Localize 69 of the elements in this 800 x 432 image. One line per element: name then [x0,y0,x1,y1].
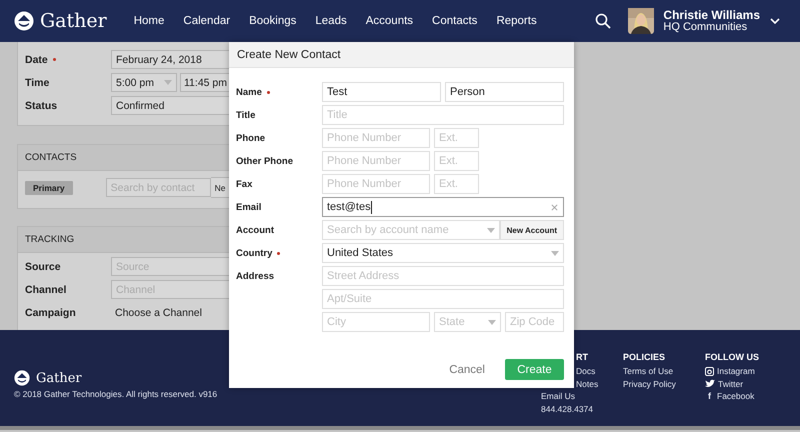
field-label: Email [236,202,262,212]
footer-link[interactable]: Twitter [718,378,744,389]
caret-icon [551,250,559,256]
field-label: Channel [25,284,68,296]
nav-link[interactable]: Contacts [432,15,478,27]
footer-link[interactable]: Notes [576,378,598,389]
footer-link[interactable]: Terms of Use [623,366,674,376]
footer-link[interactable]: Privacy Policy [623,378,676,389]
input-field[interactable]: Test [322,82,441,102]
field-label: Campaign [25,306,77,318]
nav-link[interactable]: Bookings [249,15,296,27]
field-label: Source [25,260,62,272]
nav-link[interactable]: Calendar [183,15,230,27]
search-icon[interactable] [595,13,612,29]
bird-icon [705,379,715,388]
brand-name[interactable]: Gather [40,10,107,32]
nav-link[interactable]: Accounts [366,15,414,27]
required-mark [52,58,56,61]
caret-icon [488,320,496,324]
time-select[interactable]: 5:00 pm [111,73,177,92]
footer-link[interactable]: Email Us [541,391,576,402]
field-label: Fax [236,178,252,190]
brand-name: Gather [36,370,82,386]
new-button[interactable]: Ne [210,177,229,198]
new-account-button[interactable]: New Account [500,220,564,240]
copyright-text: © 2018 Gather Technologies. All rights reserved. v916 [14,389,218,399]
footer-heading: RT [575,352,589,364]
field-label: Phone [236,132,266,144]
facebook-glyph: f [707,391,712,402]
field-label: Date [25,54,111,66]
primary-tag: Primary [25,180,73,194]
nav-link[interactable]: Home [134,15,164,27]
logo-icon [14,11,34,31]
input-field[interactable]: February 24, 2018 [111,50,229,69]
field-label: Title [236,110,256,120]
field-label: Other Phone [236,156,294,166]
field-label: Address [236,270,274,282]
footer-heading: FOLLOW US [705,352,760,364]
chevron-down-icon[interactable] [770,18,780,24]
footer-link[interactable]: Facebook [717,391,754,402]
select-field[interactable]: United States [322,243,564,263]
user-name[interactable]: Christie Williams [663,9,760,21]
nav-link[interactable]: Reports [496,15,537,27]
input-field[interactable]: Confirmed [111,96,229,115]
field-label: Account [236,224,274,236]
field-label: Status [25,100,58,112]
required-mark [266,90,270,94]
section-header: TRACKING [18,227,229,253]
input-field[interactable]: Person [445,82,564,102]
time-select[interactable]: 11:45 pm [180,73,229,92]
field-label: Country [236,248,272,258]
field-label: Name [236,86,262,98]
caret-icon [164,80,172,85]
field-value: Choose a Channel [114,306,202,318]
logo-icon [14,370,30,386]
dialog-title: Create New Contact [229,42,574,68]
footer-link[interactable]: Instagram [717,366,755,376]
required-mark [277,252,280,254]
caret-icon [486,228,495,232]
footer-link[interactable]: Docs [576,366,596,376]
field-label: Time [25,76,50,88]
email-field[interactable]: test@tes [322,197,564,217]
nav-link[interactable]: Leads [315,15,347,27]
footer-heading: POLICIES [623,352,666,364]
section-header: CONTACTS [18,145,229,171]
camera-icon [705,366,714,376]
user-organization: HQ Communities [663,21,748,33]
footer-link[interactable]: 844.428.4374 [541,404,593,414]
cancel-button[interactable]: Cancel [443,362,491,376]
